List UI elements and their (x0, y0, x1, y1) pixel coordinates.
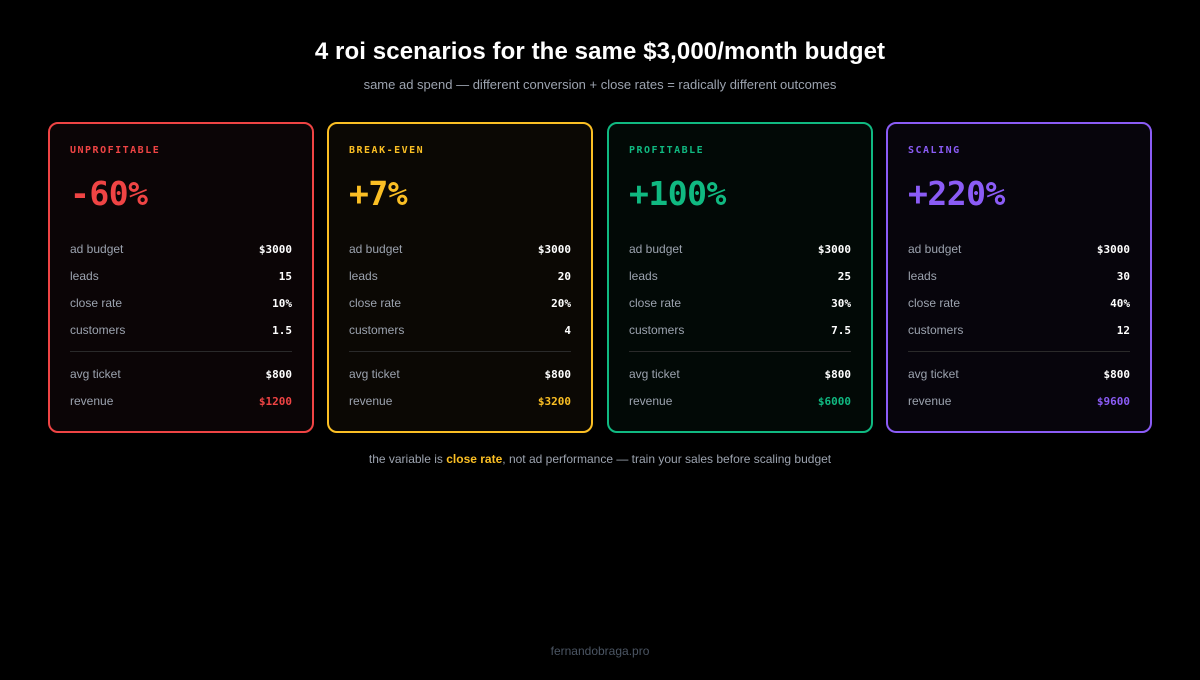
row-value: $800 (824, 367, 852, 381)
signature: fernandobraga.pro (550, 644, 650, 658)
row-leads: leads 20 (349, 268, 571, 284)
page-subtitle: same ad spend — different conversion + c… (363, 77, 837, 92)
row-label: avg ticket (908, 367, 959, 381)
row-label: close rate (70, 296, 123, 310)
row-value: 4 (564, 323, 571, 337)
row-label: ad budget (70, 242, 124, 256)
revenue-value: $1200 (258, 394, 292, 408)
row-label: avg ticket (70, 367, 121, 381)
row-revenue: revenue $1200 (70, 393, 292, 409)
row-label: leads (70, 269, 99, 283)
row-avg-ticket: avg ticket $800 (629, 366, 851, 382)
row-label: leads (629, 269, 658, 283)
row-close-rate: close rate 20% (349, 295, 571, 311)
card-profitable: PROFITABLE +100% ad budget $3000 leads 25 … (607, 122, 873, 433)
scenario-cards: UNPROFITABLE -60% ad budget $3000 leads 15… (48, 122, 1152, 433)
row-value: 30% (831, 296, 851, 310)
card-roi: +220% (908, 174, 1005, 213)
row-value: 25 (837, 269, 851, 283)
footnote: the variable is close rate, not ad perfo… (0, 452, 1200, 466)
card-label: BREAK-EVEN (349, 145, 425, 156)
row-value: 1.5 (272, 323, 292, 337)
row-label: ad budget (629, 242, 683, 256)
card-label: SCALING (908, 145, 961, 156)
divider (349, 351, 571, 352)
row-revenue: revenue $3200 (349, 393, 571, 409)
row-ad-budget: ad budget $3000 (70, 241, 292, 257)
row-customers: customers 7.5 (629, 322, 851, 338)
row-ad-budget: ad budget $3000 (908, 241, 1130, 257)
row-value: 30 (1116, 269, 1130, 283)
row-leads: leads 15 (70, 268, 292, 284)
row-value: 12 (1116, 323, 1130, 337)
row-label: revenue (908, 394, 952, 408)
revenue-value: $3200 (537, 394, 571, 408)
card-unprofitable: UNPROFITABLE -60% ad budget $3000 leads 15… (48, 122, 314, 433)
row-value: $3000 (817, 242, 851, 256)
row-value: $800 (544, 367, 572, 381)
footnote-highlight: close rate (446, 452, 503, 466)
row-leads: leads 30 (908, 268, 1130, 284)
row-value: 20% (551, 296, 571, 310)
page-title: 4 roi scenarios for the same $3,000/mont… (314, 38, 886, 65)
row-label: customers (349, 323, 405, 337)
card-roi: +100% (629, 174, 726, 213)
row-label: customers (629, 323, 685, 337)
row-label: leads (349, 269, 378, 283)
row-value: 40% (1110, 296, 1130, 310)
card-label: UNPROFITABLE (70, 145, 161, 156)
row-label: avg ticket (629, 367, 680, 381)
row-value: 7.5 (831, 323, 851, 337)
card-label: PROFITABLE (629, 145, 705, 156)
row-value: 20 (557, 269, 571, 283)
row-label: ad budget (908, 242, 962, 256)
row-avg-ticket: avg ticket $800 (70, 366, 292, 382)
row-value: $3000 (537, 242, 571, 256)
row-label: customers (70, 323, 126, 337)
row-label: customers (908, 323, 964, 337)
row-label: close rate (349, 296, 402, 310)
divider (629, 351, 851, 352)
divider (908, 351, 1130, 352)
divider (70, 351, 292, 352)
row-leads: leads 25 (629, 268, 851, 284)
card-roi: -60% (70, 174, 148, 213)
row-avg-ticket: avg ticket $800 (908, 366, 1130, 382)
row-label: revenue (349, 394, 393, 408)
row-revenue: revenue $6000 (629, 393, 851, 409)
footnote-prefix: the variable is (368, 452, 447, 466)
row-label: avg ticket (349, 367, 400, 381)
row-label: revenue (70, 394, 114, 408)
row-value: 10% (272, 296, 292, 310)
row-avg-ticket: avg ticket $800 (349, 366, 571, 382)
row-value: 15 (278, 269, 292, 283)
row-label: leads (908, 269, 937, 283)
row-customers: customers 4 (349, 322, 571, 338)
row-label: revenue (629, 394, 673, 408)
card-scaling: SCALING +220% ad budget $3000 leads 30 clo… (886, 122, 1152, 433)
row-ad-budget: ad budget $3000 (349, 241, 571, 257)
row-revenue: revenue $9600 (908, 393, 1130, 409)
row-label: ad budget (349, 242, 403, 256)
card-break-even: BREAK-EVEN +7% ad budget $3000 leads 20 cl… (327, 122, 593, 433)
row-customers: customers 12 (908, 322, 1130, 338)
row-value: $800 (265, 367, 293, 381)
row-value: $3000 (258, 242, 292, 256)
revenue-value: $9600 (1096, 394, 1130, 408)
row-close-rate: close rate 10% (70, 295, 292, 311)
row-customers: customers 1.5 (70, 322, 292, 338)
row-close-rate: close rate 40% (908, 295, 1130, 311)
row-close-rate: close rate 30% (629, 295, 851, 311)
footnote-suffix: , not ad performance — train your sales … (502, 452, 832, 466)
row-ad-budget: ad budget $3000 (629, 241, 851, 257)
row-value: $3000 (1096, 242, 1130, 256)
row-label: close rate (629, 296, 682, 310)
card-roi: +7% (349, 174, 408, 213)
row-value: $800 (1103, 367, 1131, 381)
revenue-value: $6000 (817, 394, 851, 408)
row-label: close rate (908, 296, 961, 310)
